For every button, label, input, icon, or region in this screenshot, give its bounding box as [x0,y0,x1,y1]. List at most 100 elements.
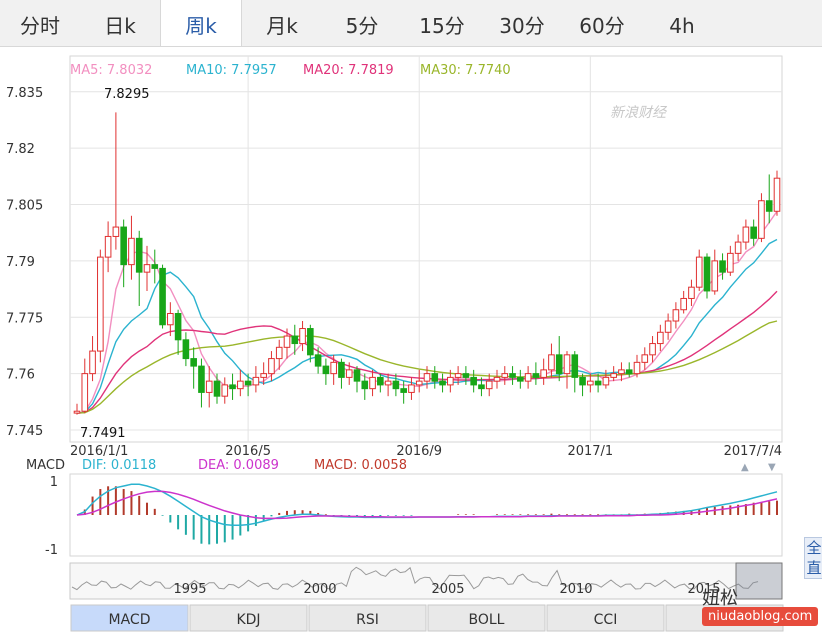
candle-body-37 [361,380,369,390]
candle-body-68 [602,376,610,386]
indicator-tab-3[interactable]: BOLL [469,612,505,628]
x-tick-label-3: 2017/1 [567,444,613,459]
candle-body-2 [89,350,96,375]
candle-body-64 [571,354,579,378]
candle-body-17 [205,380,213,393]
candle-body-19 [221,384,229,397]
indicator-tab-0[interactable]: MACD [109,612,151,628]
ma-legend-3: MA30: 7.7740 [420,63,511,78]
candle-body-48 [447,376,454,386]
candle-body-61 [548,354,555,371]
side-button[interactable]: 全直 [804,537,822,579]
chart-area: 7.835 7.82 7.805 7.79 7.775 7.76 7.745 2016/1/1… [6,55,784,632]
candle-body-71 [625,369,633,375]
candle-body-21 [237,380,244,390]
candle-body-41 [392,380,400,390]
candle-body-57 [517,376,524,382]
candle-body-67 [594,380,602,386]
candle-body-35 [345,369,353,378]
macd-legend-macd: MACD: 0.0058 [314,458,407,473]
candle-body-42 [400,388,407,393]
candle-body-55 [501,373,509,378]
pan-up-arrow: ▲ [741,462,749,473]
candle-body-10 [151,264,159,269]
candle-body-31 [314,354,322,367]
candle-body-74 [649,343,656,356]
low-label: 7.7491 [80,426,126,441]
candle-body-85 [734,241,742,254]
candle-body-5 [112,226,120,237]
candle-body-58 [524,373,532,382]
candle-body-33 [330,361,337,375]
pan-down-arrow: ▼ [768,462,776,473]
candle-body-32 [322,365,330,375]
candle-body-60 [540,369,547,378]
candle-body-11 [159,267,166,326]
indicator-tab-2[interactable]: RSI [356,612,379,628]
site-watermark-url: niudaoblog.com [702,607,819,626]
candle-body-3 [97,256,104,352]
candle-body-40 [384,380,392,386]
y-tick-label-1: 7.82 [6,142,35,157]
candle-body-59 [532,373,540,378]
navigator-year-3: 2010 [559,582,592,597]
navigator-year-0: 1995 [173,582,206,597]
ma-line-MA20 [76,290,778,414]
macd-legend-name: MACD [26,458,65,473]
candle-body-62 [555,354,563,375]
candle-body-63 [563,354,571,375]
candle-body-39 [377,376,384,386]
candle-body-89 [765,200,773,212]
candle-body-86 [742,226,750,243]
candle-body-77 [672,309,680,322]
y-tick-label-3: 7.79 [6,255,35,270]
candle-body-51 [470,376,477,386]
candle-body-1 [81,373,89,412]
candle-body-49 [454,373,462,378]
candle-body-22 [244,380,252,386]
candle-body-80 [695,256,703,288]
candle-body-9 [143,264,151,273]
candle-body-79 [688,286,695,299]
x-tick-label-4: 2017/7/4 [724,444,782,459]
candle-body-24 [260,373,267,378]
candle-body-52 [478,384,485,390]
candle-body-50 [462,373,470,378]
candle-body-73 [641,354,649,363]
candle-body-4 [104,235,112,258]
candle-body-14 [182,339,190,360]
candle-body-90 [773,177,781,212]
y-tick-label-4: 7.775 [6,311,43,326]
y-tick-label-0: 7.835 [6,86,43,101]
navigator-year-1: 2000 [303,582,336,597]
macd-y-tick-0: 1 [50,475,58,490]
navigator-range-handle [735,562,783,600]
candle-body-44 [415,380,423,386]
candle-body-29 [299,328,306,345]
candle-body-82 [711,260,719,292]
candle-body-87 [750,226,757,239]
candle-body-56 [509,373,516,378]
high-label: 7.8295 [104,87,150,102]
candle-body-16 [198,365,205,393]
macd-y-tick-1: -1 [45,543,58,558]
candle-body-81 [703,256,711,292]
ma-legend-0: MA5: 7.8032 [70,63,152,78]
y-tick-label-2: 7.805 [6,199,43,214]
candle-body-0 [73,410,81,414]
candle-body-6 [120,226,127,266]
candle-body-53 [485,380,493,390]
macd-line-DEA [76,490,778,520]
indicator-tab-4[interactable]: CCI [594,612,618,628]
candle-body-88 [758,200,765,239]
candle-body-23 [252,376,260,386]
candle-body-28 [291,335,299,345]
candle-body-72 [633,361,641,375]
indicator-tab-1[interactable]: KDJ [236,612,260,628]
candle-body-69 [610,373,617,378]
candle-body-12 [167,312,174,326]
candle-body-8 [135,237,143,273]
sina-watermark: 新浪财经 [610,105,668,121]
candle-body-65 [579,376,586,386]
candle-body-18 [213,380,221,397]
